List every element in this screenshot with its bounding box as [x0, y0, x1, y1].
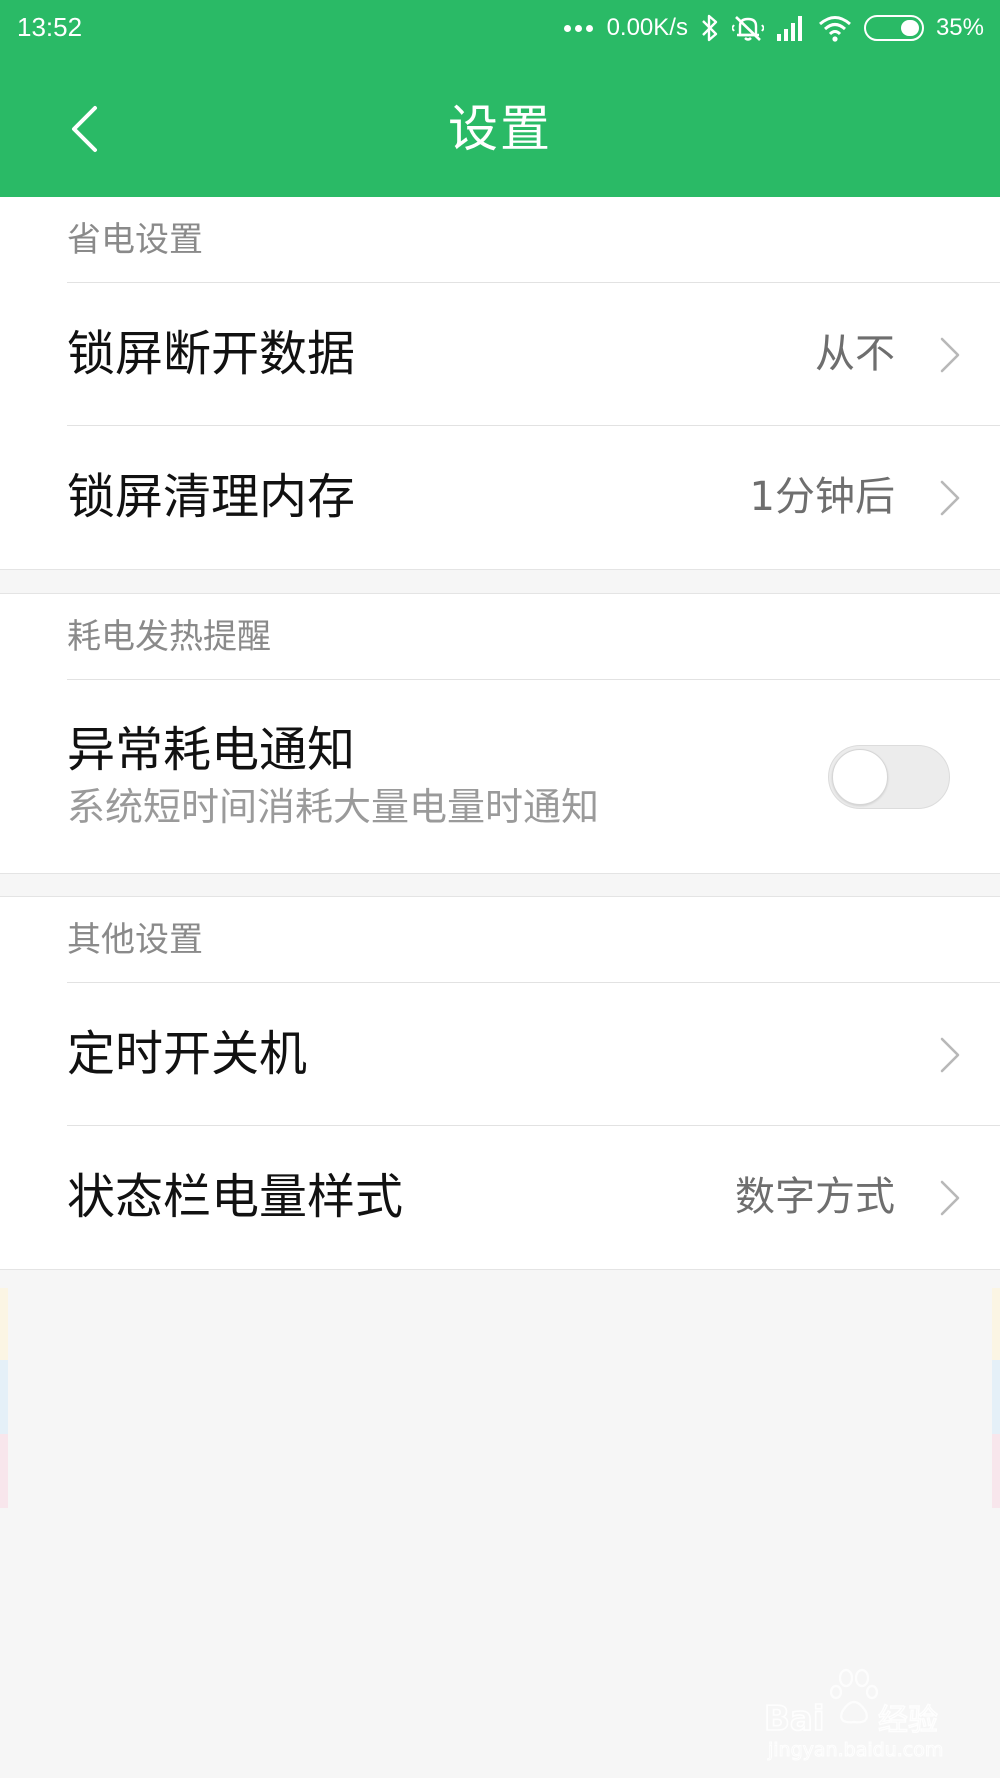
app-header: 13:52 0.00K/s 35% 设置 [0, 0, 1000, 197]
signal-icon [776, 16, 802, 41]
chevron-right-icon [940, 1180, 960, 1216]
svg-text:jingyan.baidu.com: jingyan.baidu.com [767, 1739, 943, 1761]
svg-text:Bai: Bai [764, 1699, 825, 1739]
section-title: 耗电发热提醒 [67, 594, 1000, 680]
page-title: 设置 [448, 100, 552, 158]
bluetooth-icon [702, 14, 718, 42]
row-abnormal-power-notification[interactable]: 异常耗电通知 系统短时间消耗大量电量时通知 [67, 680, 1000, 873]
chevron-right-icon [940, 1037, 960, 1073]
baidu-jingyan-watermark: Bai 经验 jingyan.baidu.com [758, 1668, 948, 1764]
row-label: 锁屏断开数据 [67, 326, 356, 382]
status-icons: 0.00K/s 35% [563, 8, 984, 48]
net-speed: 0.00K/s [606, 14, 688, 41]
row-value: 数字方式 [735, 1174, 895, 1220]
edge-decoration-left [0, 1288, 8, 1508]
wifi-icon [818, 16, 851, 42]
baidu-paw-logo: Bai 经验 jingyan.baidu.com [763, 1668, 944, 1762]
section-title: 省电设置 [67, 197, 1000, 283]
row-label: 异常耗电通知 [67, 722, 356, 778]
row-label: 定时开关机 [67, 1026, 308, 1082]
vibrate-mute-icon [731, 16, 764, 41]
edge-decoration-right [992, 1288, 1000, 1508]
section-power-saving: 省电设置 锁屏断开数据 从不 锁屏清理内存 1分钟后 [0, 197, 1000, 570]
more-dots-icon [563, 24, 593, 32]
row-lockscreen-disconnect-data[interactable]: 锁屏断开数据 从不 [67, 283, 1000, 426]
abnormal-power-toggle[interactable] [828, 745, 950, 809]
toggle-knob [832, 749, 888, 805]
row-lockscreen-clear-memory[interactable]: 锁屏清理内存 1分钟后 [67, 426, 1000, 569]
row-value: 1分钟后 [749, 474, 895, 520]
row-value: 从不 [815, 331, 895, 377]
row-subtitle: 系统短时间消耗大量电量时通知 [67, 785, 600, 829]
section-title: 其他设置 [67, 897, 1000, 983]
battery-percent: 35% [935, 14, 984, 41]
section-other-settings: 其他设置 定时开关机 状态栏电量样式 数字方式 [0, 896, 1000, 1270]
svg-text:经验: 经验 [878, 1703, 938, 1738]
status-time: 13:52 [17, 12, 83, 42]
row-label: 锁屏清理内存 [67, 469, 356, 525]
chevron-right-icon [940, 337, 960, 373]
battery-fill [900, 20, 919, 36]
section-power-heat-alert: 耗电发热提醒 异常耗电通知 系统短时间消耗大量电量时通知 [0, 593, 1000, 874]
row-statusbar-battery-style[interactable]: 状态栏电量样式 数字方式 [67, 1126, 1000, 1269]
row-label: 状态栏电量样式 [67, 1169, 404, 1225]
row-scheduled-power-on-off[interactable]: 定时开关机 [67, 983, 1000, 1126]
chevron-right-icon [940, 480, 960, 516]
battery-icon [863, 15, 924, 41]
status-bar: 13:52 0.00K/s 35% [0, 0, 1000, 56]
